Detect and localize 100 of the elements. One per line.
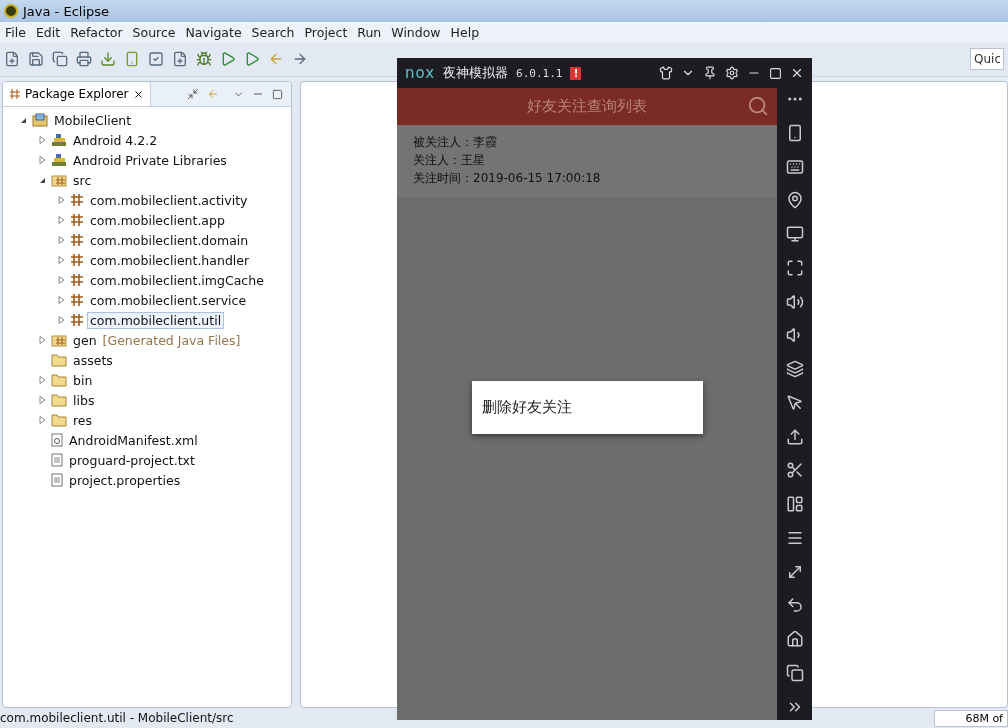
back-icon[interactable] xyxy=(785,596,804,615)
package-icon xyxy=(70,313,84,327)
collapsed-triangle-icon[interactable] xyxy=(57,276,65,284)
new-file-icon[interactable] xyxy=(172,51,188,67)
upload-icon[interactable] xyxy=(785,427,804,446)
package-icon xyxy=(70,273,84,287)
download-icon[interactable] xyxy=(100,51,116,67)
tree-item[interactable]: com.mobileclient.util xyxy=(87,311,225,329)
menu-item[interactable]: Project xyxy=(299,24,353,40)
menu-item[interactable]: Edit xyxy=(30,24,66,40)
package-grid-icon xyxy=(9,88,21,100)
blocks-icon[interactable] xyxy=(785,495,804,514)
menu-item[interactable]: File xyxy=(0,24,31,40)
tree-item-decoration: [Generated Java Files] xyxy=(102,332,241,348)
tree-item[interactable]: proguard-project.txt xyxy=(66,451,198,469)
tree-item[interactable]: libs xyxy=(70,391,98,409)
expanded-triangle-icon[interactable] xyxy=(38,176,46,184)
tree-item[interactable]: AndroidManifest.xml xyxy=(66,431,201,449)
menu-item[interactable]: Navigate xyxy=(180,24,247,40)
pointer-icon[interactable] xyxy=(785,393,804,412)
tree-item[interactable]: project.properties xyxy=(66,471,184,489)
project-folder-icon xyxy=(32,113,48,127)
tree-item[interactable]: src xyxy=(70,171,95,189)
tree-item[interactable]: com.mobileclient.app xyxy=(87,211,228,229)
menu-item[interactable]: Refactor xyxy=(65,24,128,40)
tree-item[interactable]: Android 4.2.2 xyxy=(70,131,161,149)
monitor-icon[interactable] xyxy=(785,225,804,244)
collapsed-triangle-icon[interactable] xyxy=(57,316,65,324)
close-icon[interactable] xyxy=(132,88,144,100)
collapse-all-icon[interactable] xyxy=(187,88,199,100)
run-icon[interactable] xyxy=(244,51,260,67)
collapsed-triangle-icon[interactable] xyxy=(38,336,46,344)
package-folder-icon xyxy=(51,173,67,187)
tree-item[interactable]: res xyxy=(70,411,96,429)
expanded-triangle-icon[interactable] xyxy=(19,116,27,124)
print-icon[interactable] xyxy=(76,51,92,67)
menu-item[interactable]: Source xyxy=(127,24,181,40)
tree-item[interactable]: com.mobileclient.service xyxy=(87,291,250,309)
checkbox-icon[interactable] xyxy=(148,51,164,67)
search-icon[interactable] xyxy=(747,95,769,117)
run-icon[interactable] xyxy=(220,51,236,67)
fullscreen-icon[interactable] xyxy=(785,258,804,277)
layers-icon[interactable] xyxy=(785,360,804,379)
collapsed-triangle-icon[interactable] xyxy=(57,196,65,204)
package-folder-icon xyxy=(51,333,67,347)
collapsed-triangle-icon[interactable] xyxy=(38,396,46,404)
tree-item[interactable]: com.mobileclient.imgCache xyxy=(87,271,267,289)
forward-arrow-icon[interactable] xyxy=(292,51,308,67)
menu-item[interactable]: Search xyxy=(246,24,300,40)
windows-icon[interactable] xyxy=(785,664,804,682)
collapsed-triangle-icon[interactable] xyxy=(38,156,46,164)
status-text: com.mobileclient.util - MobileClient/src xyxy=(0,711,234,725)
emulator-title: 夜神模拟器 xyxy=(443,64,509,82)
shirt-icon[interactable] xyxy=(659,66,673,80)
memory-indicator[interactable]: 68M of xyxy=(934,709,1008,727)
emulator-logo: nox xyxy=(405,64,436,82)
menu-item[interactable]: Run xyxy=(352,24,387,40)
scissors-icon[interactable] xyxy=(785,461,804,480)
menu-item[interactable]: Help xyxy=(445,24,485,40)
tree-item[interactable]: MobileClient xyxy=(51,111,135,129)
folder-icon xyxy=(51,413,67,427)
tree-item[interactable]: gen xyxy=(70,331,100,349)
menu-item[interactable]: Window xyxy=(386,24,446,40)
collapsed-triangle-icon[interactable] xyxy=(57,296,65,304)
collapsed-triangle-icon[interactable] xyxy=(57,256,65,264)
volume-up-icon[interactable] xyxy=(785,292,804,311)
collapsed-triangle-icon[interactable] xyxy=(38,376,46,384)
tree-item[interactable]: com.mobileclient.handler xyxy=(87,251,253,269)
collapsed-triangle-icon[interactable] xyxy=(57,236,65,244)
tree-item[interactable]: bin xyxy=(70,371,96,389)
pin-icon[interactable] xyxy=(703,66,717,80)
dialog-option[interactable]: 删除好友关注 xyxy=(471,381,703,434)
alert-badge[interactable]: ! xyxy=(570,66,582,80)
panel-tab[interactable]: Package Explorer xyxy=(3,82,151,106)
collapsed-triangle-icon[interactable] xyxy=(57,216,65,224)
collapsed-triangle-icon[interactable] xyxy=(38,416,46,424)
tree-item[interactable]: com.mobileclient.activity xyxy=(87,191,251,209)
version-text: 6.0.1.1 xyxy=(516,66,563,80)
package-icon xyxy=(70,193,84,207)
close-icon[interactable] xyxy=(790,66,804,80)
package-icon xyxy=(70,233,84,247)
tree-item[interactable]: assets xyxy=(70,351,116,369)
collapsed-triangle-icon[interactable] xyxy=(38,136,46,144)
folder-icon xyxy=(51,353,67,367)
record-line: 关注时间：2019-06-15 17:00:18 xyxy=(413,170,602,187)
save-all-icon[interactable] xyxy=(52,51,68,67)
record-line: 关注人：王星 xyxy=(413,152,486,169)
save-icon[interactable] xyxy=(28,51,44,67)
package-icon xyxy=(70,213,84,227)
settings-icon[interactable] xyxy=(725,66,739,80)
library-books-icon xyxy=(51,133,67,147)
new-file-icon[interactable] xyxy=(4,51,20,67)
location-pin-icon[interactable] xyxy=(785,191,804,210)
keyboard-icon[interactable] xyxy=(785,157,804,176)
tree-item[interactable]: Android Private Libraries xyxy=(70,151,230,169)
home-icon[interactable] xyxy=(785,630,804,649)
tree-item[interactable]: com.mobileclient.domain xyxy=(87,231,252,249)
quick-access-field[interactable]: Quic xyxy=(970,48,1004,70)
text-file-icon xyxy=(51,473,63,487)
bug-icon[interactable] xyxy=(196,51,212,67)
